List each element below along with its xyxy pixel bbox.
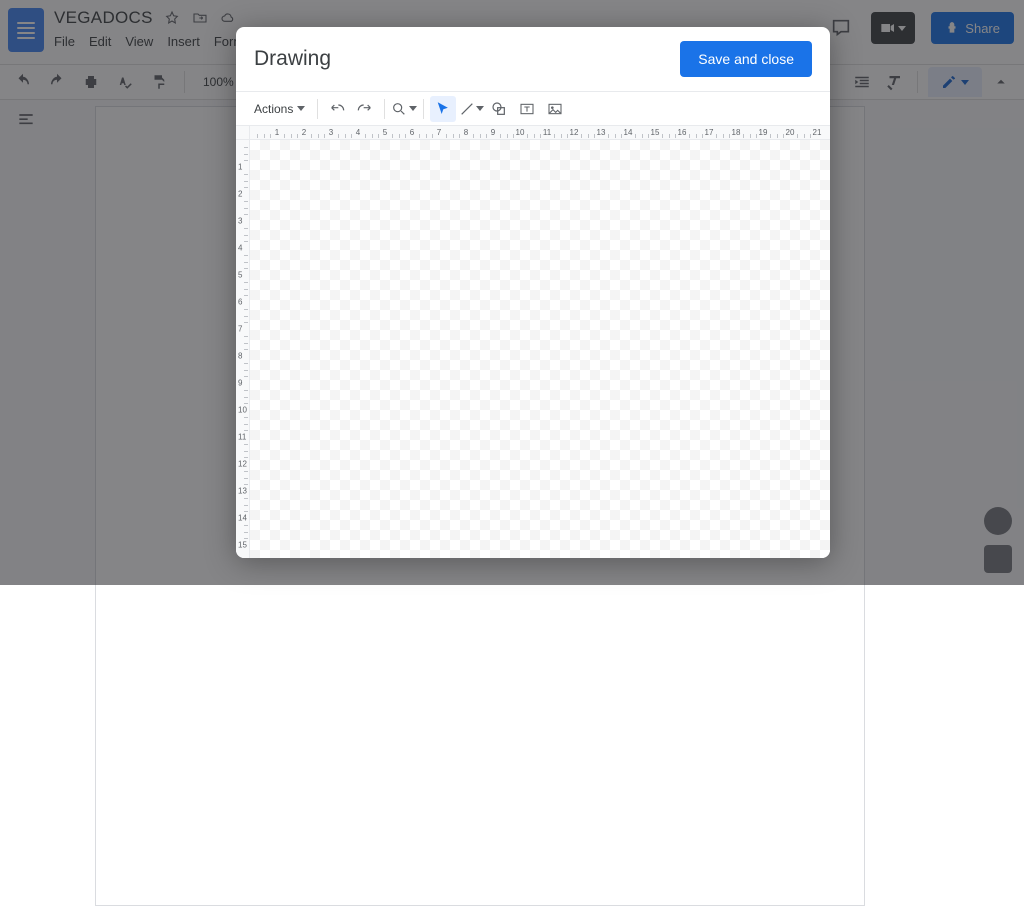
modal-header: Drawing Save and close bbox=[236, 27, 830, 92]
ruler-v-tick: 7 bbox=[238, 325, 242, 334]
ruler-v-tick: 10 bbox=[238, 406, 247, 415]
ruler-h-tick: 13 bbox=[595, 128, 607, 137]
ruler-v-tick: 2 bbox=[238, 190, 242, 199]
image-tool[interactable] bbox=[542, 96, 568, 122]
ruler-h-tick: 20 bbox=[784, 128, 796, 137]
ruler-v-tick: 6 bbox=[238, 298, 242, 307]
ruler-h-tick: 15 bbox=[649, 128, 661, 137]
shape-tool[interactable] bbox=[486, 96, 512, 122]
ruler-v-tick: 1 bbox=[238, 163, 242, 172]
drawing-toolbar: Actions bbox=[236, 92, 830, 126]
ruler-v-tick: 12 bbox=[238, 460, 247, 469]
ruler-h-tick: 21 bbox=[811, 128, 823, 137]
ruler-h-tick: 14 bbox=[622, 128, 634, 137]
ruler-h-tick: 8 bbox=[460, 128, 472, 137]
ruler-h-tick: 10 bbox=[514, 128, 526, 137]
ruler-v-tick: 3 bbox=[238, 217, 242, 226]
line-tool[interactable] bbox=[458, 96, 484, 122]
ruler-v-tick: 15 bbox=[238, 541, 247, 550]
ruler-v-tick: 11 bbox=[238, 433, 246, 442]
ruler-h-tick: 16 bbox=[676, 128, 688, 137]
ruler-h-tick: 19 bbox=[757, 128, 769, 137]
ruler-v-tick: 8 bbox=[238, 352, 242, 361]
ruler-h-tick: 5 bbox=[379, 128, 391, 137]
ruler-h-tick: 9 bbox=[487, 128, 499, 137]
save-and-close-button[interactable]: Save and close bbox=[680, 41, 812, 77]
horizontal-ruler[interactable]: 123456789101112131415161718192021 bbox=[250, 126, 830, 140]
redo-button[interactable] bbox=[352, 96, 378, 122]
drawing-canvas[interactable] bbox=[250, 140, 830, 558]
modal-title: Drawing bbox=[254, 47, 331, 71]
ruler-h-tick: 18 bbox=[730, 128, 742, 137]
ruler-v-tick: 9 bbox=[238, 379, 242, 388]
ruler-h-tick: 6 bbox=[406, 128, 418, 137]
vertical-ruler[interactable]: 123456789101112131415 bbox=[236, 140, 250, 558]
drawing-canvas-wrap: 123456789101112131415161718192021 123456… bbox=[236, 126, 830, 558]
ruler-corner bbox=[236, 126, 250, 140]
ruler-h-tick: 1 bbox=[271, 128, 283, 137]
ruler-h-tick: 7 bbox=[433, 128, 445, 137]
select-tool[interactable] bbox=[430, 96, 456, 122]
zoom-dropdown[interactable] bbox=[391, 96, 417, 122]
drawing-modal: Drawing Save and close Actions 1234 bbox=[236, 27, 830, 558]
textbox-tool[interactable] bbox=[514, 96, 540, 122]
ruler-v-tick: 14 bbox=[238, 514, 247, 523]
ruler-h-tick: 11 bbox=[541, 128, 553, 137]
ruler-v-tick: 4 bbox=[238, 244, 242, 253]
ruler-h-tick: 12 bbox=[568, 128, 580, 137]
undo-button[interactable] bbox=[324, 96, 350, 122]
ruler-v-tick: 5 bbox=[238, 271, 242, 280]
ruler-h-tick: 17 bbox=[703, 128, 715, 137]
ruler-h-tick: 2 bbox=[298, 128, 310, 137]
actions-dropdown[interactable]: Actions bbox=[248, 97, 311, 121]
ruler-h-tick: 4 bbox=[352, 128, 364, 137]
ruler-h-tick: 3 bbox=[325, 128, 337, 137]
ruler-v-tick: 13 bbox=[238, 487, 247, 496]
